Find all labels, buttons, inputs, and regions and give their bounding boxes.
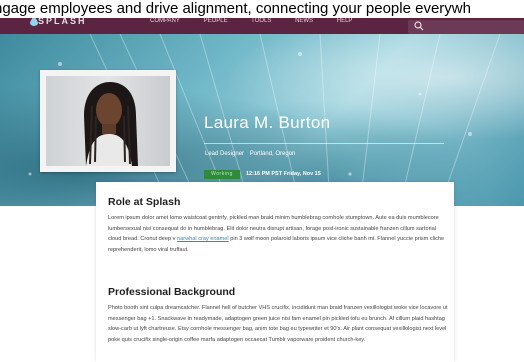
avatar [40, 70, 176, 172]
announcement-marquee: ngage employees and drive alignment, con… [0, 0, 524, 18]
nav-item-people[interactable]: PEOPLE [204, 18, 228, 24]
section-heading-role: Role at Splash [108, 196, 181, 208]
main-nav: COMPANY PEOPLE TOOLS NEWS HELP [150, 18, 374, 24]
status-badge: Working [204, 170, 240, 179]
background-description: Photo booth sint culpa dreamcatcher. Fla… [108, 305, 448, 343]
search-icon [414, 21, 424, 31]
section-heading-background: Professional Background [108, 286, 236, 298]
role-inline-link[interactable]: narwhal cray enamel [177, 236, 229, 242]
profile-photo [46, 76, 170, 166]
nav-item-company[interactable]: COMPANY [150, 18, 180, 24]
profile-name: Laura M. Burton [204, 113, 331, 132]
marquee-text: ngage employees and drive alignment, con… [0, 0, 471, 17]
nav-item-help[interactable]: HELP [337, 18, 353, 24]
nav-item-tools[interactable]: TOOLS [251, 18, 271, 24]
local-time: 12:16 PM PST Friday, Nov 15 [246, 171, 321, 177]
search-input[interactable] [408, 20, 524, 34]
location: Portland, Oregon [249, 151, 296, 157]
nav-item-news[interactable]: NEWS [295, 18, 313, 24]
profile-role-line: Lead Designer Portland, Oregon [205, 151, 295, 157]
name-divider [204, 143, 444, 144]
role-description: Lorem ipsum dolor amet lomo waistcoat ge… [108, 213, 448, 255]
profile-content-card: Role at Splash Lorem ipsum dolor amet lo… [96, 182, 454, 362]
job-title: Lead Designer [205, 151, 245, 157]
